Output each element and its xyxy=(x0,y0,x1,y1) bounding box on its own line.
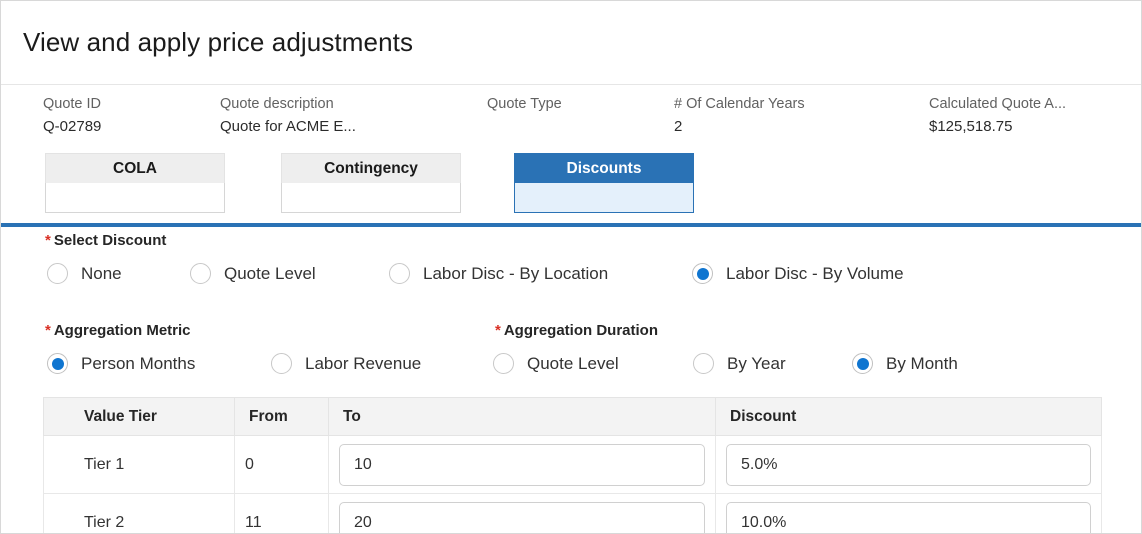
summary-value: 2 xyxy=(674,118,683,135)
tab-cola-label: COLA xyxy=(45,153,225,183)
radio-option-none[interactable]: None xyxy=(47,263,122,284)
aggregation-radio-groups: Person Months Labor Revenue Quote Level … xyxy=(1,353,1061,379)
price-adjustments-page: View and apply price adjustments Quote I… xyxy=(0,0,1142,534)
radio-option-labor-revenue[interactable]: Labor Revenue xyxy=(271,353,421,374)
select-discount-radio-group: None Quote Level Labor Disc - By Locatio… xyxy=(1,263,1061,289)
radio-label: Person Months xyxy=(81,353,196,373)
radio-option-duration-quote-level[interactable]: Quote Level xyxy=(493,353,619,374)
radio-label: By Year xyxy=(727,353,786,373)
adjustment-tabs: COLA Contingency Discounts xyxy=(1,153,1141,219)
radio-icon xyxy=(47,263,68,284)
radio-icon xyxy=(692,263,713,284)
summary-label: Quote ID xyxy=(43,96,102,112)
cell-discount: 10.0% xyxy=(715,493,1102,533)
summary-value: Q-02789 xyxy=(43,118,102,135)
radio-icon xyxy=(47,353,68,374)
accent-divider xyxy=(1,223,1141,227)
summary-field-quote-type: Quote Type xyxy=(487,93,562,115)
page-header: View and apply price adjustments xyxy=(1,1,1141,85)
required-asterisk: * xyxy=(45,232,51,249)
select-discount-label-text: Select Discount xyxy=(53,232,167,249)
tab-cola-body xyxy=(45,183,225,213)
required-asterisk: * xyxy=(45,322,51,339)
cell-value-tier: Tier 2 xyxy=(43,493,235,533)
radio-label: Quote Level xyxy=(527,353,619,373)
cell-value-tier: Tier 1 xyxy=(43,435,235,494)
aggregation-duration-label-group: * Aggregation Duration xyxy=(495,321,658,341)
summary-field-calculated-quote-amount: Calculated Quote A... $125,518.75 xyxy=(929,93,1066,139)
radio-icon xyxy=(693,353,714,374)
quote-summary: Quote ID Q-02789 Quote description Quote… xyxy=(1,85,1141,147)
radio-option-person-months[interactable]: Person Months xyxy=(47,353,195,374)
aggregation-metric-label-text: Aggregation Metric xyxy=(53,322,191,339)
discount-input[interactable]: 10.0% xyxy=(726,501,1091,533)
summary-label: Quote description xyxy=(220,96,334,112)
summary-field-quote-id: Quote ID Q-02789 xyxy=(43,93,101,139)
summary-field-quote-description: Quote description Quote for ACME E... xyxy=(220,93,356,139)
tab-cola[interactable]: COLA xyxy=(45,153,225,213)
column-header-from: From xyxy=(234,397,329,436)
radio-label: None xyxy=(81,263,122,283)
select-discount-label-group: * Select Discount xyxy=(45,231,166,251)
cell-from: 0 xyxy=(234,435,329,494)
to-input[interactable]: 20 xyxy=(339,501,705,533)
tab-contingency-label: Contingency xyxy=(281,153,461,183)
aggregation-metric-label-group: * Aggregation Metric xyxy=(45,321,191,341)
aggregation-duration-label-text: Aggregation Duration xyxy=(503,322,659,339)
discount-input[interactable]: 5.0% xyxy=(726,443,1091,486)
tab-contingency[interactable]: Contingency xyxy=(281,153,461,213)
radio-option-labor-disc-by-location[interactable]: Labor Disc - By Location xyxy=(389,263,608,284)
radio-label: Labor Disc - By Volume xyxy=(726,263,904,283)
column-header-to: To xyxy=(328,397,716,436)
tab-discounts-label: Discounts xyxy=(514,153,694,183)
summary-label: # Of Calendar Years xyxy=(674,96,805,112)
required-asterisk: * xyxy=(495,322,501,339)
summary-label: Calculated Quote A... xyxy=(929,96,1067,112)
tab-discounts[interactable]: Discounts xyxy=(514,153,694,213)
summary-label: Quote Type xyxy=(487,96,562,112)
radio-label: Labor Disc - By Location xyxy=(423,263,609,283)
column-header-value-tier: Value Tier xyxy=(43,397,235,436)
radio-option-labor-disc-by-volume[interactable]: Labor Disc - By Volume xyxy=(692,263,904,284)
summary-value: Quote for ACME E... xyxy=(220,118,356,135)
select-discount-label: * Select Discount xyxy=(45,231,166,251)
page-title: View and apply price adjustments xyxy=(23,27,414,57)
cell-to: 20 xyxy=(328,493,716,533)
table-row: Tier 2 11 20 10.0% xyxy=(43,493,1102,533)
summary-value: $125,518.75 xyxy=(929,118,1013,135)
tab-discounts-body xyxy=(514,183,694,213)
table-header-row: Value Tier From To Discount xyxy=(43,397,1102,436)
radio-icon xyxy=(190,263,211,284)
radio-icon xyxy=(852,353,873,374)
aggregation-metric-label: * Aggregation Metric xyxy=(45,321,191,341)
radio-icon xyxy=(493,353,514,374)
column-header-discount: Discount xyxy=(715,397,1102,436)
discount-tier-table: Value Tier From To Discount Tier 1 0 10 … xyxy=(43,397,1102,533)
summary-field-calendar-years: # Of Calendar Years 2 xyxy=(674,93,805,139)
table-row: Tier 1 0 10 5.0% xyxy=(43,435,1102,494)
cell-discount: 5.0% xyxy=(715,435,1102,494)
cell-from: 11 xyxy=(234,493,329,533)
to-input[interactable]: 10 xyxy=(339,443,705,486)
cell-to: 10 xyxy=(328,435,716,494)
tab-contingency-body xyxy=(281,183,461,213)
radio-label: Labor Revenue xyxy=(305,353,422,373)
aggregation-duration-label: * Aggregation Duration xyxy=(495,321,658,341)
radio-label: Quote Level xyxy=(224,263,316,283)
radio-icon xyxy=(271,353,292,374)
radio-option-by-year[interactable]: By Year xyxy=(693,353,786,374)
radio-option-quote-level[interactable]: Quote Level xyxy=(190,263,316,284)
radio-option-by-month[interactable]: By Month xyxy=(852,353,958,374)
radio-label: By Month xyxy=(886,353,958,373)
radio-icon xyxy=(389,263,410,284)
